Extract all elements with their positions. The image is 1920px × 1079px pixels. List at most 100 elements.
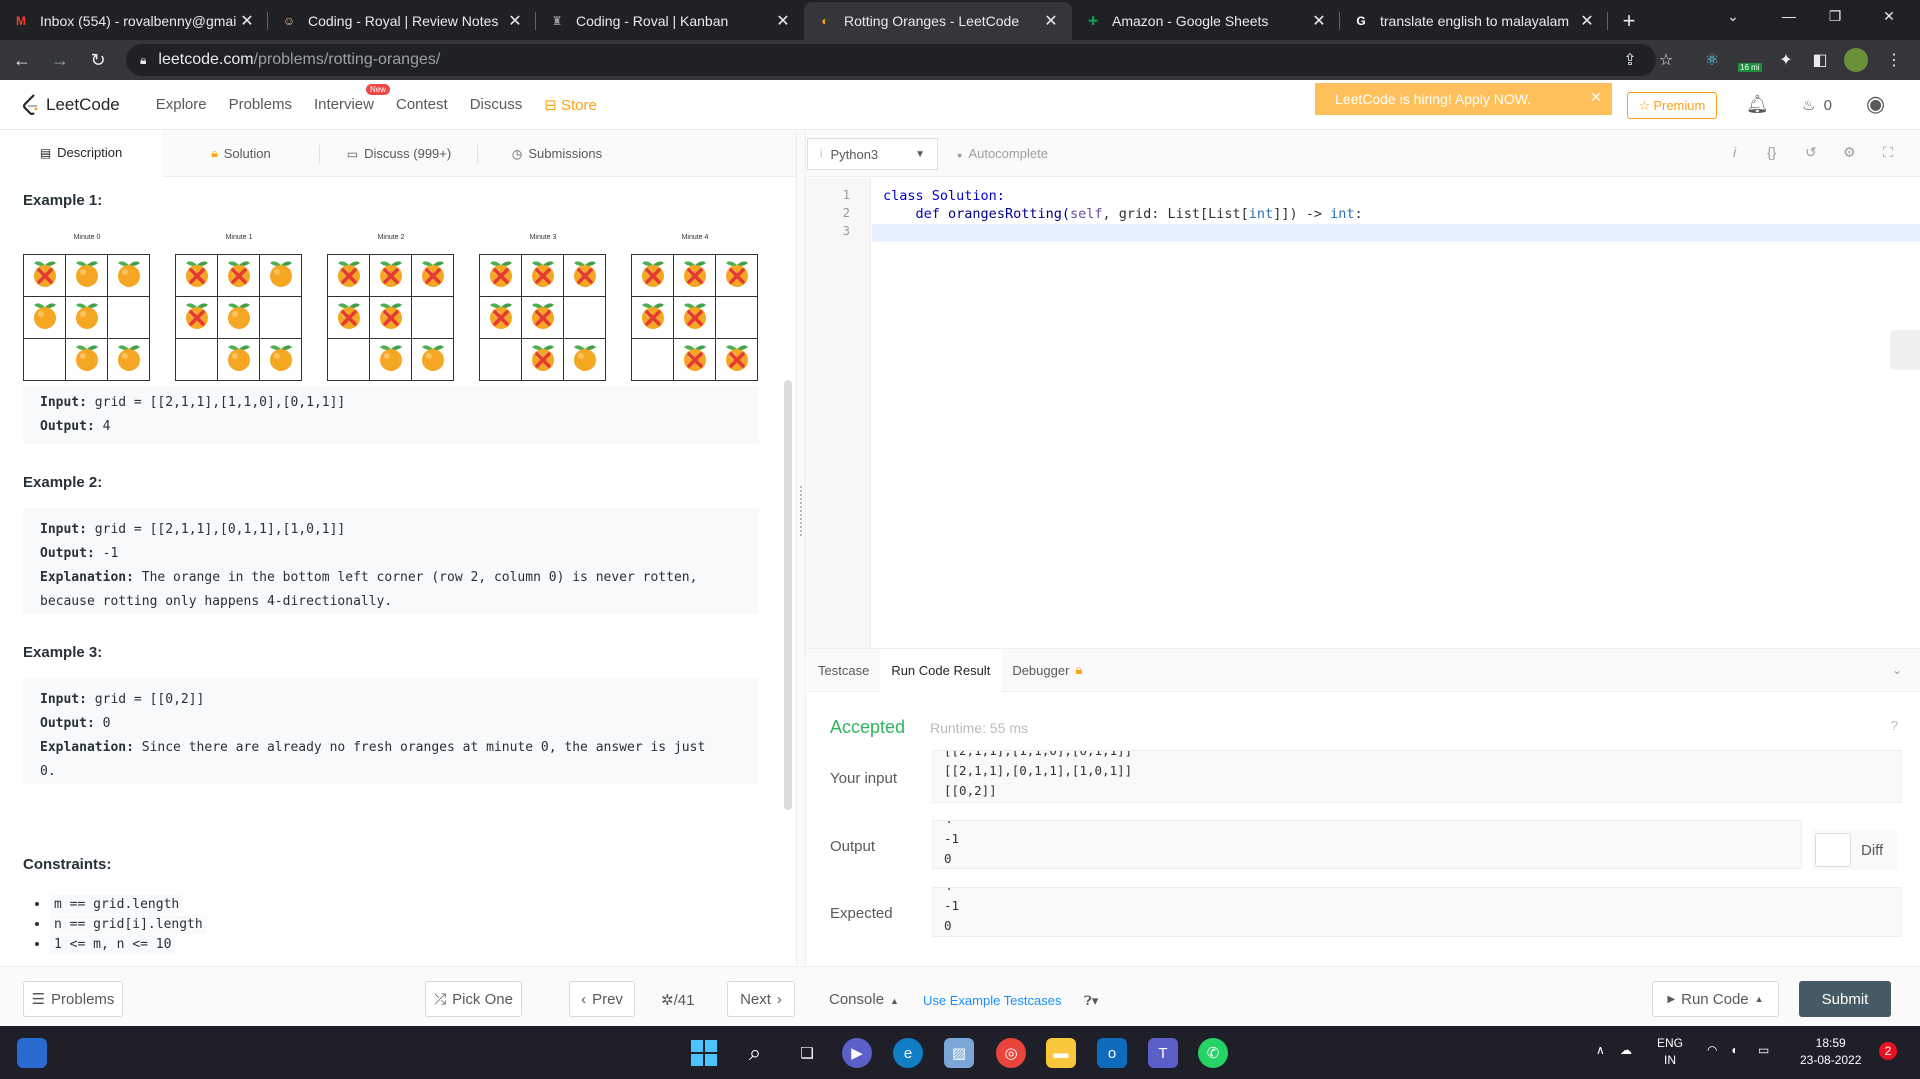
tab-run-code-result[interactable]: Run Code Result — [880, 648, 1002, 692]
close-tab-icon[interactable]: ✕ — [238, 11, 256, 31]
volume-icon[interactable]: ◖ — [1730, 1042, 1737, 1059]
description-scrollbar[interactable] — [784, 380, 792, 810]
nav-discuss[interactable]: Discuss — [470, 96, 523, 113]
submit-button[interactable]: Submit — [1799, 981, 1891, 1017]
browser-menu-icon[interactable]: ⋮ — [1882, 48, 1906, 72]
restore-button[interactable]: ❐ — [1812, 0, 1858, 32]
browser-tab[interactable]: Gtranslate english to malayalam ✕ — [1340, 2, 1608, 40]
info-icon[interactable]: i — [1733, 144, 1736, 160]
hiring-banner[interactable]: LeetCode is hiring! Apply NOW. ✕ — [1315, 83, 1612, 115]
task-view-icon[interactable]: ❏ — [792, 1038, 822, 1068]
browser-tab[interactable]: M Inbox (554) - rovalbenny@gmai ✕ — [0, 2, 268, 40]
fresh-orange-icon — [23, 296, 66, 339]
react-devtools-icon[interactable]: ⚛ — [1700, 48, 1724, 72]
premium-button[interactable]: ☆ Premium — [1627, 92, 1717, 119]
wifi-icon[interactable]: ◠ — [1707, 1042, 1717, 1059]
fullscreen-icon[interactable]: ⛶ — [1883, 144, 1893, 161]
extensions-puzzle-icon[interactable]: ✦ — [1774, 48, 1798, 72]
whatsapp-icon[interactable]: ✆ — [1198, 1038, 1228, 1068]
battery-icon[interactable]: ▭ — [1758, 1042, 1769, 1059]
user-avatar-icon[interactable]: ◉ — [1866, 91, 1885, 117]
clock[interactable]: 18:59 23-08-2022 — [1800, 1035, 1861, 1069]
use-example-testcases-link[interactable]: Use Example Testcases — [923, 993, 1062, 1008]
rotten-orange-icon — [411, 254, 454, 297]
back-icon[interactable]: ← — [6, 44, 38, 76]
teams-icon[interactable]: T — [1148, 1038, 1178, 1068]
nav-explore[interactable]: Explore — [156, 96, 207, 113]
nav-contest[interactable]: Contest — [396, 96, 448, 113]
nav-interview[interactable]: Interview New — [314, 84, 390, 113]
profile-avatar[interactable] — [1844, 48, 1868, 72]
close-window-button[interactable]: ✕ — [1866, 0, 1912, 32]
new-tab-button[interactable]: + — [1614, 2, 1644, 40]
photos-icon[interactable]: ▨ — [944, 1038, 974, 1068]
console-toggle[interactable]: Console ▲ — [829, 991, 899, 1008]
chrome-icon[interactable]: ◎ — [996, 1038, 1026, 1068]
tab-discuss[interactable]: ▭ Discuss (999+) — [320, 131, 478, 177]
streak-counter[interactable]: ♨ 0 — [1802, 96, 1832, 114]
close-tab-icon[interactable]: ✕ — [506, 11, 524, 31]
browser-tab-title: Coding - Roval | Kanban — [576, 13, 729, 29]
teams-chat-icon[interactable]: ▶ — [842, 1038, 872, 1068]
url-field[interactable]: 🔒︎ leetcode.com/problems/rotting-oranges… — [126, 44, 1656, 76]
browser-tab[interactable]: ◐ Rotting Oranges - LeetCode ✕ — [804, 2, 1072, 40]
minimize-button[interactable]: — — [1766, 0, 1812, 32]
tab-search-icon[interactable]: ⌄ — [1710, 0, 1756, 32]
help-icon[interactable]: ? — [1891, 718, 1898, 733]
notification-bell-icon[interactable]: 🔔︎ — [1746, 94, 1769, 115]
autocomplete-toggle[interactable]: ● Autocomplete — [957, 146, 1048, 161]
collapse-chevron-icon[interactable]: ⌄ — [1892, 663, 1902, 677]
nav-problems[interactable]: Problems — [229, 96, 292, 113]
side-panel-icon[interactable]: ◧ — [1808, 48, 1832, 72]
help-dropdown-icon[interactable]: ❓︎▾ — [1084, 993, 1098, 1009]
search-icon[interactable]: ⌕ — [740, 1038, 770, 1068]
edge-icon[interactable]: e — [893, 1038, 923, 1068]
notification-badge[interactable]: 2 — [1879, 1042, 1897, 1060]
reset-icon[interactable]: ↺ — [1805, 144, 1817, 161]
bookmark-star-icon[interactable]: ☆ — [1654, 48, 1678, 72]
widgets-icon[interactable] — [17, 1038, 47, 1068]
reload-icon[interactable]: ↻ — [82, 44, 114, 76]
browser-tab[interactable]: ✚ Amazon - Google Sheets ✕ — [1072, 2, 1340, 40]
windows-start-icon[interactable] — [689, 1038, 719, 1068]
run-code-button[interactable]: ▶ Run Code ▲ — [1652, 981, 1779, 1017]
file-explorer-icon[interactable]: ▬ — [1046, 1038, 1076, 1068]
tab-debugger[interactable]: Debugger 🔒︎ — [1001, 649, 1093, 692]
expected-line: 0 — [944, 918, 952, 933]
your-input-box[interactable]: [[2,1,1],[1,1,0],[0,1,1]] [[2,1,1],[0,1,… — [932, 750, 1902, 803]
language-select[interactable]: i Python3 ▼ — [807, 138, 938, 170]
output-label: Output: — [40, 419, 95, 434]
problem-counter[interactable]: ✲/41 — [661, 991, 694, 1009]
close-tab-icon[interactable]: ✕ — [774, 11, 792, 31]
settings-gear-icon[interactable]: ⚙ — [1843, 144, 1856, 161]
outlook-icon[interactable]: o — [1097, 1038, 1127, 1068]
braces-icon[interactable]: {} — [1767, 144, 1776, 160]
next-button[interactable]: Next › — [727, 981, 795, 1017]
close-banner-icon[interactable]: ✕ — [1590, 89, 1602, 106]
panel-splitter[interactable] — [796, 131, 806, 965]
diff-toggle[interactable]: Diff — [1812, 830, 1897, 870]
browser-tab[interactable]: ☺ Coding - Royal | Review Notes ✕ — [268, 2, 536, 40]
close-tab-icon[interactable]: ✕ — [1310, 11, 1328, 31]
extension-badge-icon[interactable]: 16 mi — [1736, 48, 1768, 72]
forward-icon[interactable]: → — [44, 44, 76, 76]
tab-submissions[interactable]: ◷ Submissions — [478, 131, 636, 177]
language-indicator[interactable]: ENG IN — [1657, 1035, 1683, 1069]
code-editor[interactable]: class Solution: def orangesRotting(self,… — [872, 178, 1920, 648]
leetcode-logo[interactable]: LeetCode — [22, 93, 120, 116]
tab-description[interactable]: ▤ Description — [0, 130, 162, 177]
browser-tab[interactable]: ♜ Coding - Roval | Kanban ✕ — [536, 2, 804, 40]
close-tab-icon[interactable]: ✕ — [1042, 11, 1060, 31]
tab-solution[interactable]: 🔒︎ Solution — [162, 131, 320, 177]
nav-store[interactable]: ⊟ Store — [544, 96, 597, 114]
close-tab-icon[interactable]: ✕ — [1578, 11, 1596, 31]
diff-switch[interactable] — [1815, 833, 1851, 867]
side-notes-button[interactable] — [1890, 330, 1920, 370]
tray-chevron-icon[interactable]: ∧ — [1596, 1042, 1605, 1059]
onedrive-icon[interactable]: ☁ — [1620, 1042, 1632, 1059]
pick-one-button[interactable]: ⤮ Pick One — [425, 981, 522, 1017]
prev-button[interactable]: ‹ Prev — [569, 981, 635, 1017]
share-icon[interactable]: ⇪ — [1618, 48, 1642, 72]
problems-list-button[interactable]: ☰ Problems — [23, 981, 123, 1017]
tab-testcase[interactable]: Testcase — [807, 649, 880, 692]
